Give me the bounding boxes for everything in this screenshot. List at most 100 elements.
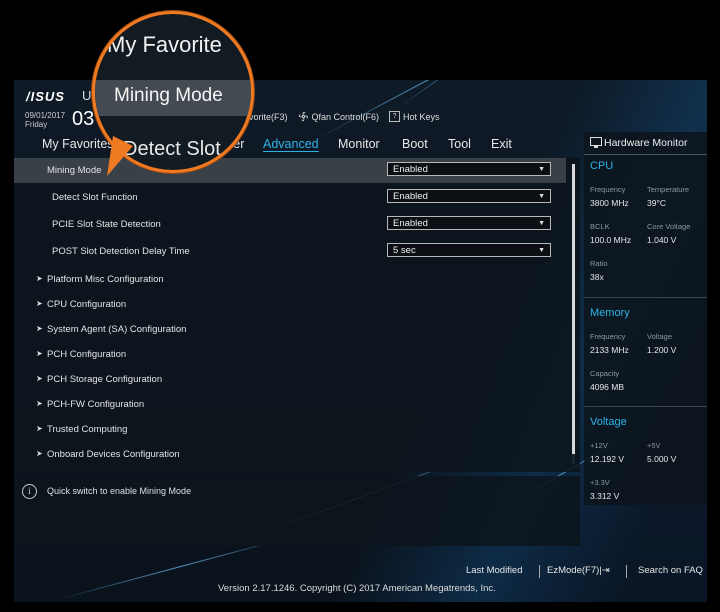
capacity-label: Capacity [590,369,620,378]
footer-divider [539,565,540,578]
ezmode-button[interactable]: EzMode(F7)|⇥ [547,565,610,576]
mining-mode-dropdown[interactable]: Enabled ▼ [387,162,551,176]
hardware-monitor-header: Hardware Monitor [584,132,707,155]
callout-pointer-arrow [107,136,133,176]
tab-boot[interactable]: Boot [402,134,428,151]
monitor-icon [590,137,602,148]
dropdown-value: Enabled [393,191,428,202]
v12-value: 12.192 V [590,454,625,464]
cpu-frequency-label: Frequency [590,185,626,194]
submenu-label: PCH-FW Configuration [47,399,145,410]
info-icon: i [22,484,37,499]
settings-panel: Mining Mode Enabled ▼ Detect Slot Functio… [14,158,580,472]
setting-row-detect-slot-function[interactable]: Detect Slot Function Enabled ▼ [14,185,566,210]
hotkey-label: Qfan Control(F6) [311,111,380,122]
date-display: 09/01/2017 Friday [25,111,65,129]
submenu-label: Onboard Devices Configuration [47,449,180,460]
tab-advanced[interactable]: Advanced [263,134,319,151]
hardware-monitor-title: Hardware Monitor [604,137,688,149]
bios-title: U [82,88,92,103]
memory-voltage-label: Voltage [647,332,673,341]
settings-scrollbar[interactable] [572,164,575,464]
chevron-right-icon: ➤ [36,324,43,333]
magnified-detect-slot-text: Detect Slot [123,138,221,160]
detect-slot-function-dropdown[interactable]: Enabled ▼ [387,189,551,203]
v5-label: +5V [647,441,661,450]
cpu-temperature-value: 39°C [647,198,666,208]
chevron-down-icon: ▼ [538,220,545,227]
footer-divider [626,565,627,578]
submenu-label: PCH Storage Configuration [47,374,163,385]
submenu-pch-fw[interactable]: ➤ PCH-FW Configuration [14,392,566,417]
cpu-frequency-value: 3800 MHz [590,198,629,208]
help-panel: i Quick switch to enable Mining Mode [14,476,580,546]
search-faq-button[interactable]: Search on FAQ [638,565,703,576]
section-divider [584,406,707,407]
ratio-value: 38x [590,272,604,282]
submenu-cpu-configuration[interactable]: ➤ CPU Configuration [14,292,566,317]
submenu-trusted-computing[interactable]: ➤ Trusted Computing [14,417,566,442]
setting-label: Mining Mode [47,165,102,176]
scrollbar-thumb[interactable] [572,164,575,454]
chevron-right-icon: ➤ [36,349,43,358]
qfan-control-hotkey[interactable]: Qfan Control(F6) [298,111,380,122]
section-divider [584,297,707,298]
bclk-label: BCLK [590,222,610,231]
chevron-right-icon: ➤ [36,374,43,383]
memory-voltage-value: 1.200 V [647,345,677,355]
chevron-down-icon: ▼ [538,166,545,173]
tab-monitor[interactable]: Monitor [338,134,380,151]
asus-logo: /ISUS [26,89,65,104]
dropdown-value: Enabled [393,164,428,175]
memory-frequency-label: Frequency [590,332,626,341]
v33-value: 3.312 V [590,491,620,501]
submenu-label: Trusted Computing [47,424,128,435]
cpu-temperature-label: Temperature [647,185,690,194]
chevron-right-icon: ➤ [36,399,43,408]
main-tab-bar: My Favorites ker Advanced Monitor Boot T… [14,134,580,158]
submenu-onboard-devices[interactable]: ➤ Onboard Devices Configuration [14,442,566,467]
date-text: 09/01/2017 [25,111,66,120]
core-voltage-value: 1.040 V [647,235,677,245]
bclk-value: 100.0 MHz [590,235,632,245]
question-icon: ? [389,111,401,122]
v5-value: 5.000 V [647,454,677,464]
v33-label: +3.3V [590,478,610,487]
hardware-monitor-panel: Hardware Monitor CPU Frequency 3800 MHz … [584,132,707,465]
magnified-favorites-text: My Favorite [107,32,222,57]
setting-label: Detect Slot Function [52,192,138,203]
setting-row-post-slot-delay[interactable]: POST Slot Detection Delay Time 5 sec ▼ [14,239,566,264]
setting-label: POST Slot Detection Delay Time [52,246,190,257]
chevron-right-icon: ➤ [36,274,43,283]
hot-keys-button[interactable]: ? Hot Keys [389,111,440,122]
last-modified-button[interactable]: Last Modified [466,565,523,576]
tab-tool[interactable]: Tool [448,134,471,151]
dropdown-value: 5 sec [393,245,416,256]
hotkey-bar: avorite(F3) Qfan Control(F6) ? Hot Keys [244,111,440,122]
copyright-text: Version 2.17.1246. Copyright (C) 2017 Am… [218,583,496,594]
submenu-platform-misc[interactable]: ➤ Platform Misc Configuration [14,267,566,292]
cpu-heading: CPU [590,160,614,172]
setting-row-pcie-slot-state-detection[interactable]: PCIE Slot State Detection Enabled ▼ [14,212,566,237]
memory-heading: Memory [590,307,630,319]
submenu-label: Platform Misc Configuration [47,274,164,285]
pcie-slot-state-dropdown[interactable]: Enabled ▼ [387,216,551,230]
setting-label: PCIE Slot State Detection [52,219,161,230]
v12-label: +12V [590,441,608,450]
memory-frequency-value: 2133 MHz [590,345,629,355]
chevron-down-icon: ▼ [538,193,545,200]
post-slot-delay-dropdown[interactable]: 5 sec ▼ [387,243,551,257]
dropdown-value: Enabled [393,218,428,229]
submenu-label: PCH Configuration [47,349,127,360]
help-text: Quick switch to enable Mining Mode [47,486,192,496]
setting-row-mining-mode[interactable]: Mining Mode Enabled ▼ [14,158,566,183]
submenu-pch-storage[interactable]: ➤ PCH Storage Configuration [14,367,566,392]
submenu-system-agent[interactable]: ➤ System Agent (SA) Configuration [14,317,566,342]
fan-icon [298,111,308,122]
voltage-heading: Voltage [590,416,627,428]
clock-display: 03 [72,108,95,130]
day-text: Friday [25,120,48,129]
core-voltage-label: Core Voltage [647,222,691,231]
tab-exit[interactable]: Exit [491,134,512,151]
submenu-pch-configuration[interactable]: ➤ PCH Configuration [14,342,566,367]
